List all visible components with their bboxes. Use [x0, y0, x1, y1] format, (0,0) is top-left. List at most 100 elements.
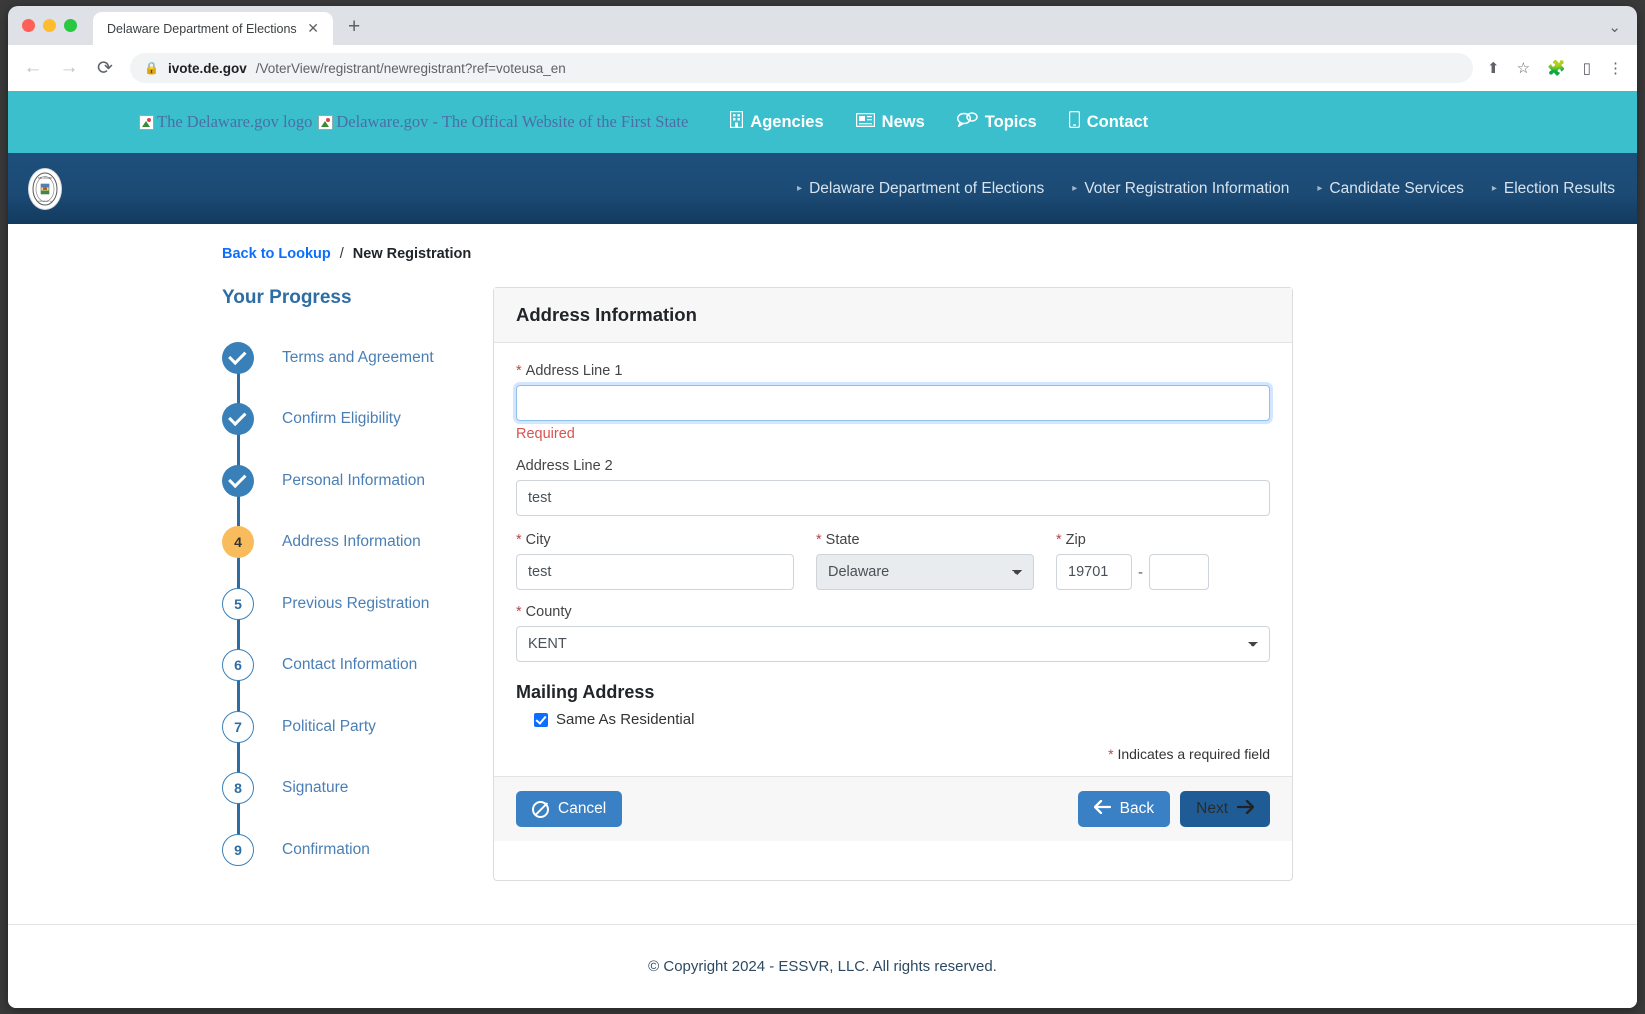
required-asterisk: *	[516, 363, 522, 379]
breadcrumb-separator: /	[339, 246, 344, 262]
card-title: Address Information	[494, 288, 1292, 343]
delaware-gov-site-broken-image[interactable]: Delaware.gov - The Offical Website of th…	[318, 112, 688, 132]
nav-label: Topics	[984, 112, 1037, 131]
agency-link-candidate-services[interactable]: ▸ Candidate Services	[1303, 180, 1477, 198]
newspaper-icon	[855, 112, 875, 132]
zip-label: * Zip	[1056, 532, 1086, 548]
browser-window: Delaware Department of Elections ✕ + ⌄ ←…	[8, 6, 1637, 1008]
zip-plus4-input[interactable]	[1149, 554, 1209, 590]
url-host: ivote.de.gov	[167, 60, 247, 76]
progress-sidebar: Your Progress Terms and Agreement Confir…	[222, 287, 492, 881]
window-traffic-lights[interactable]	[22, 19, 77, 32]
address-line-1-input[interactable]	[516, 385, 1270, 421]
delaware-gov-logo-broken-image[interactable]: The Delaware.gov logo	[139, 112, 312, 132]
browser-toolbar: ← → ⟳ 🔒 ivote.de.gov/VoterView/registran…	[8, 45, 1637, 91]
browser-menu-icon[interactable]: ⋮	[1608, 59, 1623, 77]
browser-tab[interactable]: Delaware Department of Elections ✕	[93, 12, 333, 45]
required-asterisk: *	[516, 604, 522, 620]
agency-link-election-results[interactable]: ▸ Election Results	[1478, 180, 1629, 198]
progress-step-previous-registration[interactable]: 5 Previous Registration	[222, 573, 492, 635]
delaware-gov-nav: Agencies News Topics Contact	[730, 110, 1149, 133]
progress-step-contact-information[interactable]: 6 Contact Information	[222, 635, 492, 697]
progress-step-address-information[interactable]: 4 Address Information	[222, 512, 492, 574]
delaware-gov-logo-alt-text: The Delaware.gov logo	[157, 112, 313, 131]
nav-item-contact[interactable]: Contact	[1068, 110, 1149, 133]
agency-link-voter-registration-info[interactable]: ▸ Voter Registration Information	[1058, 180, 1303, 198]
chat-icon	[956, 112, 978, 132]
cancel-button[interactable]: Cancel	[516, 791, 623, 827]
share-icon[interactable]: ⬆	[1487, 59, 1500, 77]
city-label: * City	[516, 532, 551, 548]
step-label: Confirm Eligibility	[282, 410, 401, 428]
caret-right-icon: ▸	[1072, 183, 1078, 194]
required-asterisk: *	[816, 532, 822, 548]
extensions-icon[interactable]: 🧩	[1547, 59, 1566, 77]
zip-code-input[interactable]	[1056, 554, 1132, 590]
agency-link-label: Voter Registration Information	[1084, 179, 1290, 197]
reload-icon[interactable]: ⟳	[94, 57, 116, 80]
next-button-label: Next	[1196, 800, 1228, 817]
agency-link-dept-of-elections[interactable]: ▸ Delaware Department of Elections	[783, 180, 1058, 198]
step-label: Terms and Agreement	[282, 348, 434, 366]
new-tab-button[interactable]: +	[348, 16, 360, 37]
progress-step-confirmation[interactable]: 9 Confirmation	[222, 819, 492, 881]
step-bullet-todo: 8	[222, 772, 254, 805]
agency-navigation-bar: DELAWARE GREAT SEAL ▸ Delaware Departmen…	[8, 153, 1637, 224]
same-as-residential-checkbox[interactable]	[534, 712, 548, 727]
close-tab-icon[interactable]: ✕	[303, 20, 323, 37]
copyright-text: © Copyright 2024 - ESSVR, LLC. All right…	[648, 958, 997, 975]
back-navigation-icon[interactable]: ←	[22, 57, 44, 79]
progress-step-personal-information[interactable]: Personal Information	[222, 450, 492, 512]
back-button[interactable]: Back	[1077, 791, 1171, 827]
address-line-2-input[interactable]	[516, 480, 1270, 516]
step-bullet-todo: 7	[222, 710, 254, 743]
phone-icon	[1068, 110, 1080, 133]
check-icon	[228, 407, 247, 427]
bookmark-star-icon[interactable]: ☆	[1517, 59, 1530, 77]
card-footer: Cancel Back Next	[494, 776, 1292, 841]
delaware-gov-banner: The Delaware.gov logo Delaware.gov - The…	[8, 91, 1637, 153]
state-select[interactable]: Delaware	[816, 554, 1034, 590]
agency-links: ▸ Delaware Department of Elections ▸ Vot…	[783, 180, 1637, 198]
cancel-button-label: Cancel	[558, 800, 607, 817]
progress-step-confirm-eligibility[interactable]: Confirm Eligibility	[222, 389, 492, 451]
required-asterisk: *	[1056, 532, 1062, 548]
progress-step-signature[interactable]: 8 Signature	[222, 758, 492, 820]
address-line-2-group: Address Line 2	[516, 458, 1270, 516]
address-line-1-group: * Address Line 1 Required	[516, 363, 1270, 442]
next-button[interactable]: Next	[1180, 791, 1270, 827]
step-bullet-done	[222, 403, 254, 436]
breadcrumb-back-to-lookup-link[interactable]: Back to Lookup	[222, 246, 331, 262]
progress-step-terms-and-agreement[interactable]: Terms and Agreement	[222, 327, 492, 389]
step-bullet-done	[222, 341, 254, 374]
nav-item-news[interactable]: News	[855, 112, 925, 132]
page-footer: © Copyright 2024 - ESSVR, LLC. All right…	[8, 924, 1637, 1008]
nav-item-topics[interactable]: Topics	[956, 112, 1037, 132]
forward-navigation-icon[interactable]: →	[58, 57, 80, 79]
address-bar[interactable]: 🔒 ivote.de.gov/VoterView/registrant/newr…	[130, 53, 1474, 83]
close-window-button[interactable]	[22, 19, 35, 32]
tab-strip: Delaware Department of Elections ✕ + ⌄	[8, 6, 1637, 45]
county-select[interactable]: KENT	[516, 626, 1270, 662]
progress-step-political-party[interactable]: 7 Political Party	[222, 696, 492, 758]
step-label: Confirmation	[282, 840, 370, 858]
side-panel-icon[interactable]: ▯	[1583, 59, 1591, 77]
city-input[interactable]	[516, 554, 794, 590]
nav-item-agencies[interactable]: Agencies	[730, 110, 824, 133]
required-field-note: * Indicates a required field	[516, 746, 1270, 762]
breadcrumb: Back to Lookup / New Registration	[222, 246, 1637, 262]
chevron-down-icon[interactable]: ⌄	[1608, 18, 1621, 36]
step-label: Signature	[282, 779, 349, 797]
card-body: * Address Line 1 Required Address Line 2 …	[494, 343, 1292, 776]
nav-label: Contact	[1086, 112, 1149, 131]
arrow-right-icon	[1236, 799, 1255, 819]
check-icon	[228, 346, 247, 365]
step-bullet-todo: 6	[222, 649, 254, 682]
maximize-window-button[interactable]	[64, 19, 77, 32]
same-as-residential-row[interactable]: Same As Residential	[534, 711, 1270, 728]
minimize-window-button[interactable]	[43, 19, 56, 32]
city-group: * City	[516, 532, 816, 590]
step-label: Contact Information	[282, 656, 418, 674]
check-icon	[228, 469, 247, 488]
agency-link-label: Election Results	[1503, 179, 1615, 197]
